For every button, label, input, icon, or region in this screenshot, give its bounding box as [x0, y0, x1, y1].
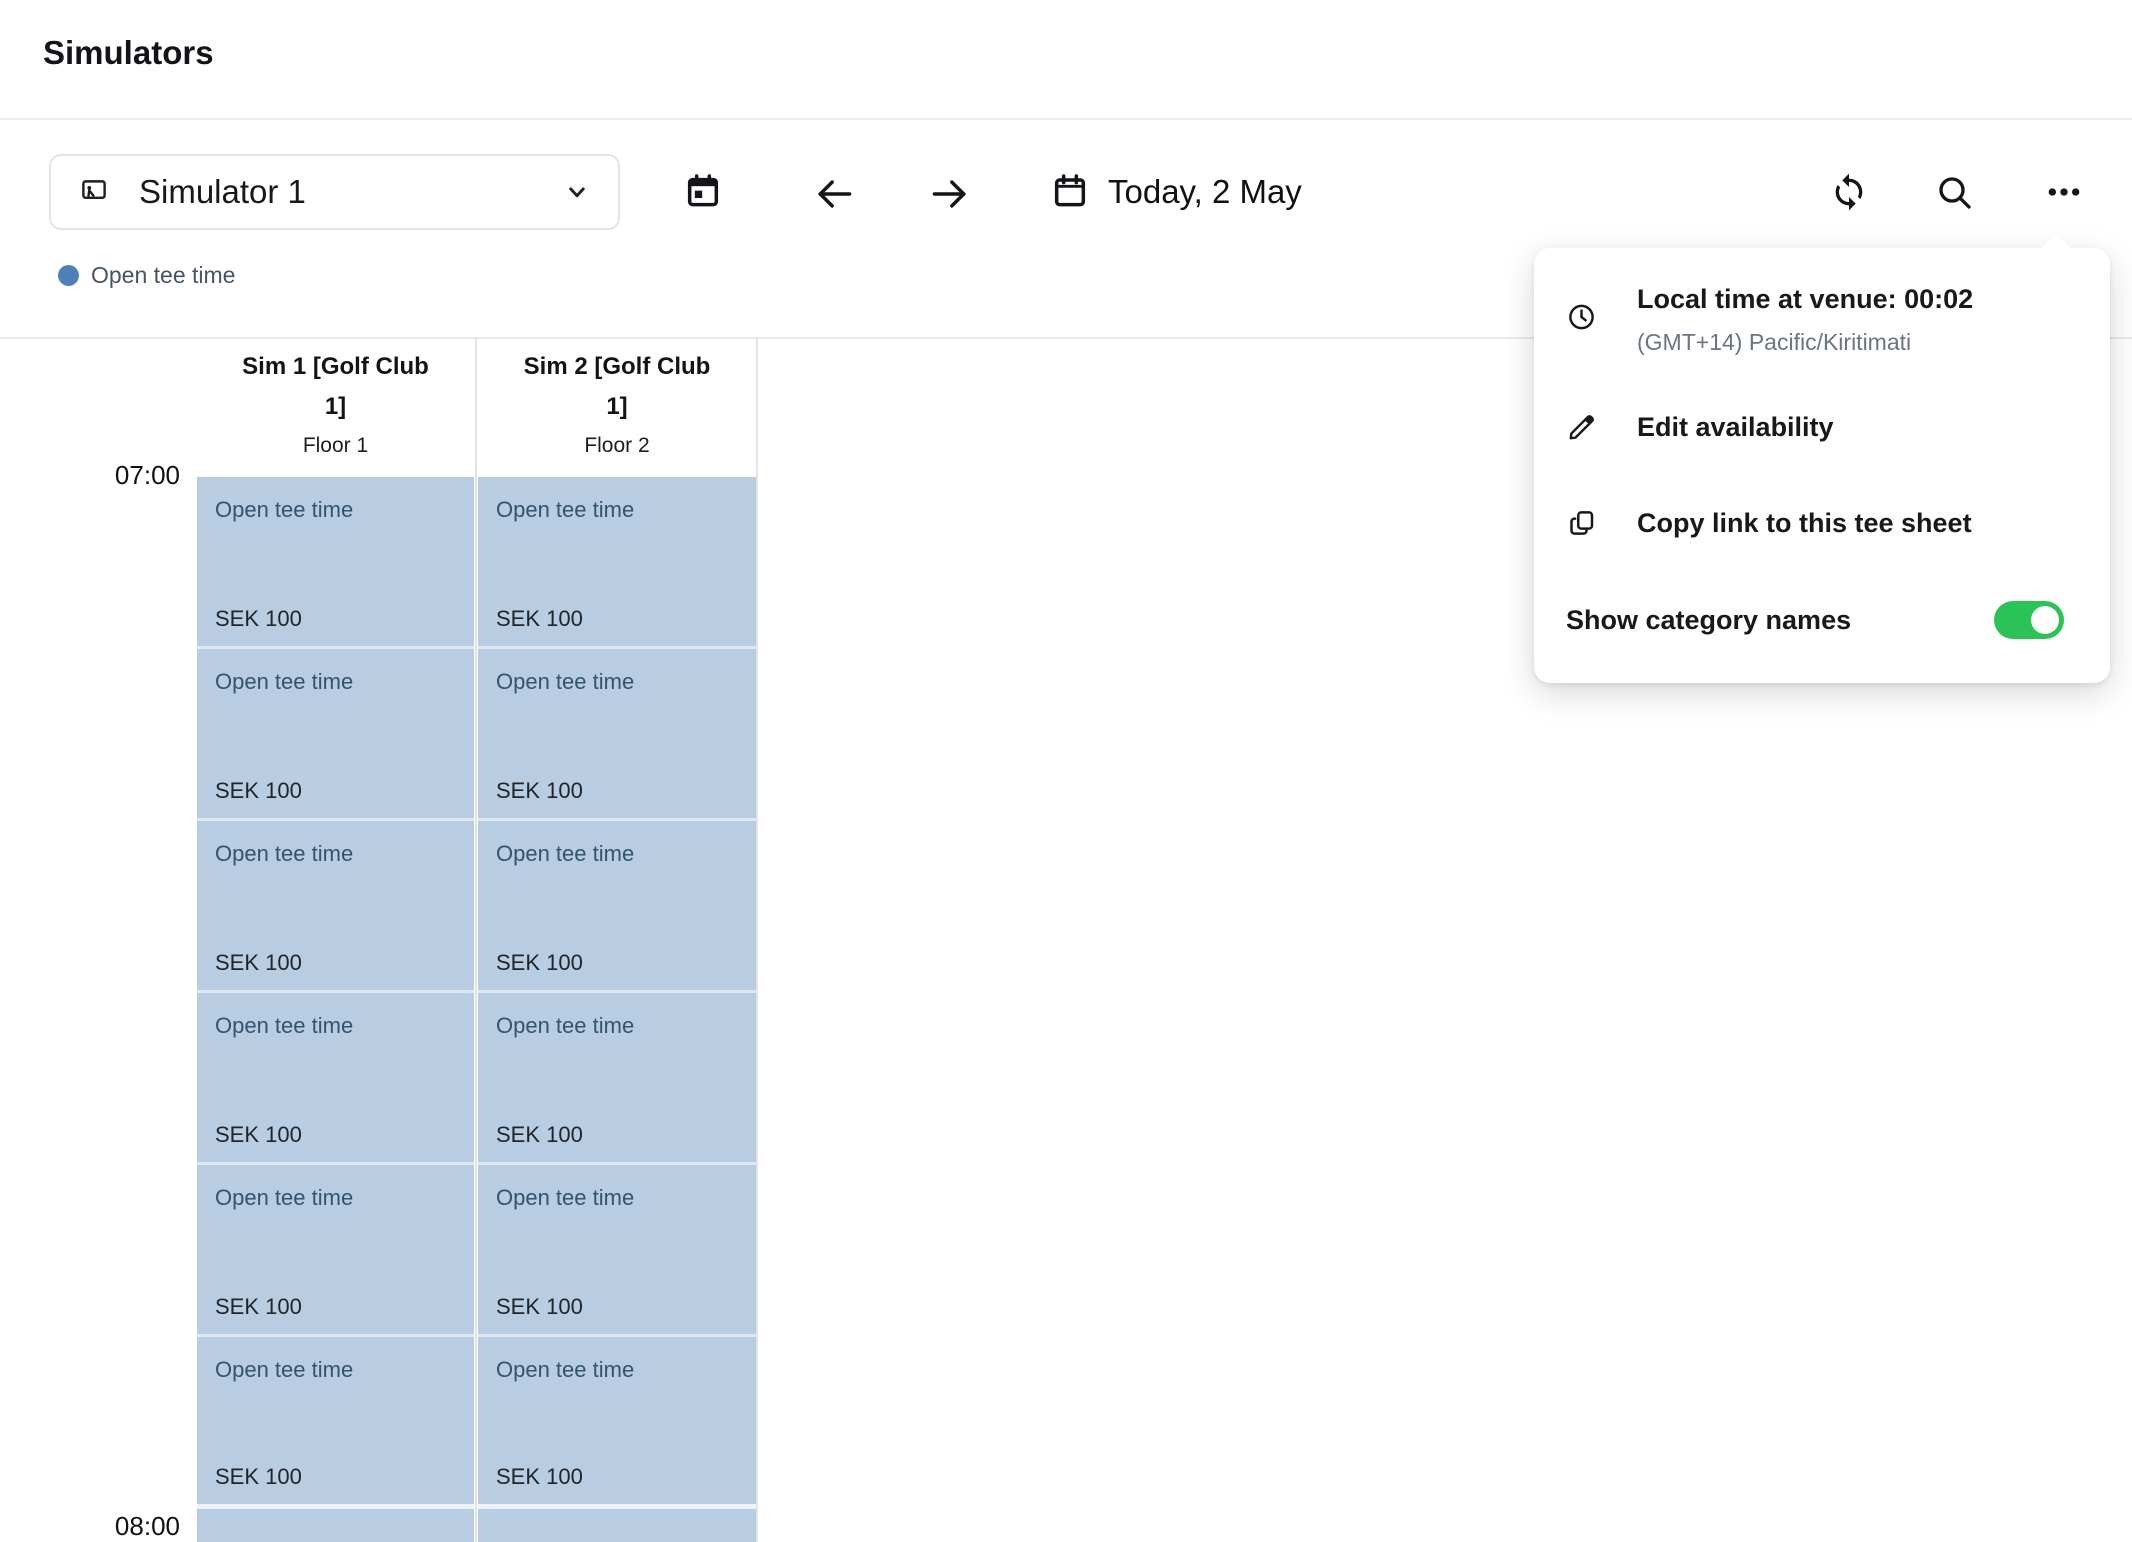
- column-divider: [475, 337, 477, 1542]
- slot-price: SEK 100: [496, 778, 738, 804]
- legend-label: Open tee time: [91, 262, 235, 289]
- popover-notch: [2039, 233, 2073, 267]
- slot-price: SEK 100: [496, 1294, 738, 1320]
- tee-time-slot[interactable]: Open tee time SEK 100: [197, 649, 474, 821]
- clock-icon: [1566, 282, 1597, 358]
- slot-price: SEK 100: [215, 1294, 456, 1320]
- search-icon: [1934, 172, 1974, 212]
- time-label-0800: 08:00: [50, 1511, 180, 1542]
- calendar-icon: [1050, 172, 1090, 212]
- search-button[interactable]: [1934, 172, 1974, 212]
- show-category-names-toggle[interactable]: [1994, 601, 2064, 639]
- tee-time-slot[interactable]: Open tee time SEK 100: [197, 1165, 474, 1337]
- slot-label: Open tee time: [215, 1013, 456, 1039]
- slot-price: SEK 100: [496, 950, 738, 976]
- simulator-select-value: Simulator 1: [139, 173, 562, 211]
- slot-label: Open tee time: [496, 1185, 738, 1211]
- page-title: Simulators: [43, 34, 214, 72]
- tee-time-slot[interactable]: Open tee time SEK 100: [478, 649, 756, 821]
- column-subtitle: Floor 1: [197, 429, 474, 463]
- copy-link-label: Copy link to this tee sheet: [1637, 501, 1972, 545]
- tee-time-slot[interactable]: Open tee time SEK 100: [197, 477, 474, 649]
- pencil-icon: [1566, 405, 1597, 449]
- slot-label: Open tee time: [496, 1013, 738, 1039]
- slot-label: Open tee time: [496, 497, 738, 523]
- refresh-icon: [1829, 172, 1869, 212]
- arrow-left-icon: [812, 172, 856, 216]
- slot-label: Open tee time: [496, 841, 738, 867]
- local-time-title: Local time at venue: 00:02: [1637, 282, 1973, 316]
- tee-time-slot[interactable]: Open tee time SEK 100: [478, 1337, 756, 1509]
- tee-time-slot[interactable]: Open tee time SEK 100: [197, 993, 474, 1165]
- next-day-button[interactable]: [928, 172, 972, 216]
- column-subtitle: Floor 2: [478, 429, 756, 463]
- column-title: Sim 1 [Golf Club 1]: [231, 347, 441, 427]
- column-header-sim1: Sim 1 [Golf Club 1] Floor 1: [197, 341, 474, 463]
- sim1-slot-column: Open tee time SEK 100 Open tee time SEK …: [197, 477, 474, 1542]
- simulators-tee-sheet-page: Simulators Simulator 1: [0, 0, 2132, 1542]
- tee-time-slot[interactable]: [197, 1509, 474, 1542]
- current-date-label[interactable]: Today, 2 May: [1108, 171, 1302, 213]
- more-options-button[interactable]: [2044, 172, 2084, 212]
- tee-time-slot[interactable]: Open tee time SEK 100: [478, 477, 756, 649]
- slot-label: Open tee time: [215, 1185, 456, 1211]
- arrow-right-icon: [928, 172, 972, 216]
- tee-time-slot[interactable]: Open tee time SEK 100: [197, 1337, 474, 1509]
- slot-price: SEK 100: [496, 1464, 738, 1490]
- menu-item-show-category-names: Show category names: [1566, 598, 2064, 642]
- edit-availability-label: Edit availability: [1637, 405, 1834, 449]
- tee-time-slot[interactable]: Open tee time SEK 100: [197, 821, 474, 993]
- slot-label: Open tee time: [496, 669, 738, 695]
- header-divider: [0, 118, 2132, 120]
- menu-item-copy-link[interactable]: Copy link to this tee sheet: [1566, 501, 2086, 545]
- slot-price: SEK 100: [215, 950, 456, 976]
- tee-time-slot[interactable]: Open tee time SEK 100: [478, 993, 756, 1165]
- slot-price: SEK 100: [215, 1464, 456, 1490]
- copy-icon: [1566, 501, 1597, 545]
- simulator-icon: [77, 175, 111, 209]
- options-menu-popover: Local time at venue: 00:02 (GMT+14) Paci…: [1534, 248, 2110, 683]
- sim2-slot-column: Open tee time SEK 100 Open tee time SEK …: [478, 477, 756, 1542]
- local-time-timezone: (GMT+14) Pacific/Kiritimati: [1637, 326, 1973, 358]
- tee-time-slot[interactable]: Open tee time SEK 100: [478, 821, 756, 993]
- chevron-down-icon: [562, 177, 592, 207]
- slot-price: SEK 100: [496, 1122, 738, 1148]
- time-label-0700: 07:00: [50, 460, 180, 491]
- slot-label: Open tee time: [496, 1357, 738, 1383]
- previous-day-button[interactable]: [812, 172, 856, 216]
- refresh-button[interactable]: [1829, 172, 1869, 212]
- column-header-sim2: Sim 2 [Golf Club 1] Floor 2: [478, 341, 756, 463]
- toggle-knob: [2031, 606, 2059, 634]
- legend: Open tee time: [58, 262, 235, 289]
- slot-label: Open tee time: [215, 497, 456, 523]
- calendar-date-icon: [683, 172, 723, 212]
- grid-right-border: [756, 337, 758, 1542]
- menu-item-edit-availability[interactable]: Edit availability: [1566, 405, 2086, 449]
- slot-price: SEK 100: [215, 1122, 456, 1148]
- slot-price: SEK 100: [496, 606, 738, 632]
- show-category-names-label: Show category names: [1566, 603, 1851, 637]
- more-horizontal-icon: [2044, 172, 2084, 212]
- slot-label: Open tee time: [215, 1357, 456, 1383]
- slot-label: Open tee time: [215, 669, 456, 695]
- slot-price: SEK 100: [215, 606, 456, 632]
- slot-price: SEK 100: [215, 778, 456, 804]
- menu-item-local-time: Local time at venue: 00:02 (GMT+14) Paci…: [1566, 282, 2086, 358]
- column-title: Sim 2 [Golf Club 1]: [512, 347, 722, 427]
- open-tee-time-dot: [58, 265, 79, 286]
- jump-to-date-button[interactable]: [683, 172, 723, 212]
- tee-time-slot[interactable]: Open tee time SEK 100: [478, 1165, 756, 1337]
- tee-time-slot[interactable]: [478, 1509, 756, 1542]
- simulator-select[interactable]: Simulator 1: [49, 154, 620, 230]
- slot-label: Open tee time: [215, 841, 456, 867]
- date-picker-button[interactable]: [1050, 172, 1090, 212]
